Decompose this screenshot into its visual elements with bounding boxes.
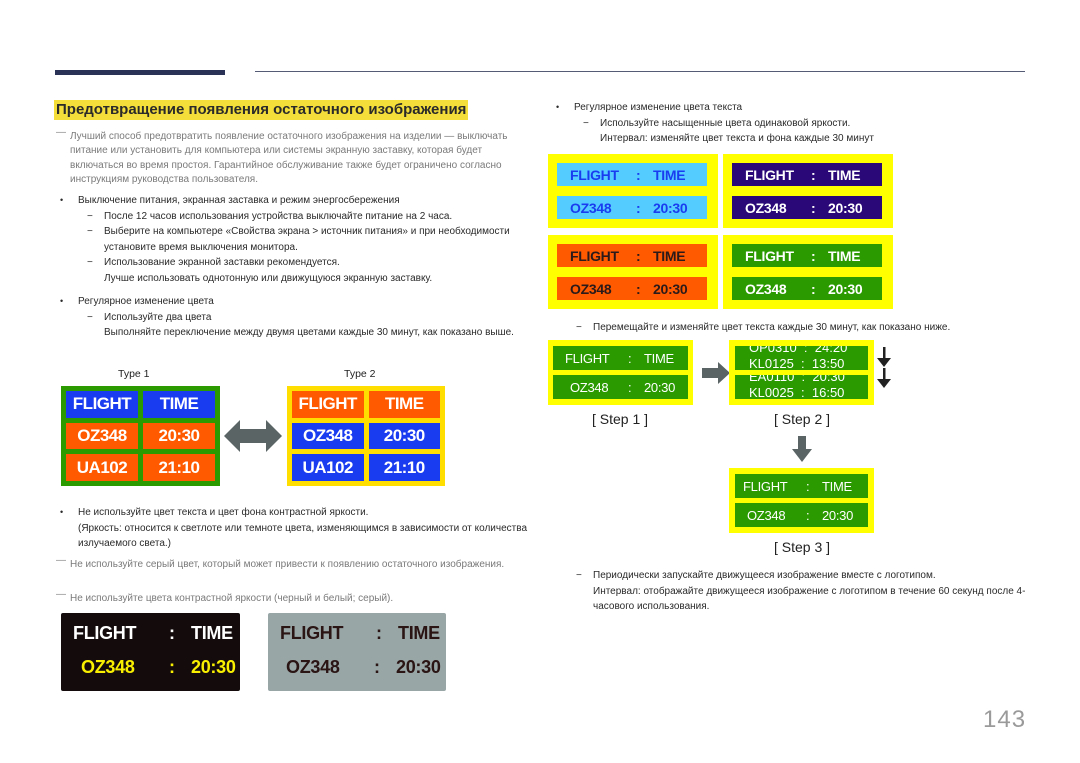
board-cell: 20:30: [143, 422, 215, 450]
board-cell: TIME: [368, 391, 440, 418]
step2-panel: OP0310 : 24:20 KL0125 : 13:50 EA0110 : 2…: [729, 340, 874, 405]
board-cell: 20:30: [368, 422, 440, 450]
arrow-down-icon: [877, 347, 891, 367]
color-panel-indigo: FLIGHT: TIME OZ348:20:30: [723, 154, 893, 228]
panel-row: OZ348:20:30: [81, 657, 236, 677]
type1-board: FLIGHT TIME OZ348 20:30 UA102 21:10: [61, 386, 220, 486]
board-cell: OZ348: [66, 422, 138, 450]
step2-label: [ Step 2 ]: [774, 411, 831, 427]
scrolling-row: OP0310 : 24:20 KL0125 : 13:50: [735, 346, 868, 370]
color-panel-cyan: FLIGHT: TIME OZ348:20:30: [548, 154, 718, 228]
panel-row: FLIGHT: TIME: [280, 623, 440, 643]
panel-row: FLIGHT: TIME: [735, 474, 868, 498]
sub-item: − Используйте два цвета: [87, 311, 212, 323]
arrow-down-icon: [877, 368, 891, 388]
bullet-icon: •: [60, 507, 64, 517]
bullet-power-off: • Выключение питания, экранная заставка …: [60, 193, 530, 286]
color-panel-green: FLIGHT: TIME OZ348:20:30: [723, 235, 893, 309]
arrow-right-icon: [702, 362, 730, 384]
board-cell: 21:10: [143, 454, 215, 481]
board-cell: 21:10: [368, 454, 440, 481]
board-cell: UA102: [66, 454, 138, 481]
note-dash-icon: —: [56, 127, 66, 138]
board-cell: OZ348: [292, 422, 364, 450]
panel-row: OZ348:20:30: [732, 196, 882, 219]
panel-row: FLIGHT: TIME: [732, 163, 882, 186]
sub-item: − Выберите на компьютере «Свойства экрана…: [87, 226, 510, 253]
note-gray-color: — Не используйте серый цвет, который мож…: [56, 555, 505, 570]
note-dash-icon: —: [56, 555, 66, 566]
note-contrast-colors: — Не используйте цвета контрастной яркос…: [56, 589, 394, 604]
arrow-down-gray-icon: [792, 436, 812, 462]
move-note: − Перемещайте и изменяйте цвет текста каж…: [576, 322, 951, 333]
step1-panel: FLIGHT: TIME OZ348:20:30: [548, 340, 693, 405]
header-accent-bar: [55, 70, 225, 75]
panel-row: FLIGHT: TIME: [557, 163, 707, 186]
type2-label: Type 2: [344, 368, 376, 380]
board-cell: UA102: [292, 454, 364, 481]
page-number: 143: [983, 706, 1027, 733]
panel-row: OZ348:20:30: [286, 657, 441, 677]
board-cell: FLIGHT: [66, 391, 138, 418]
scrolling-row: EA0110 : 20:30 KL0025 : 16:50: [735, 375, 868, 399]
section-title: Предотвращение появления остаточного изо…: [54, 100, 469, 120]
step3-panel: FLIGHT: TIME OZ348:20:30: [729, 468, 874, 533]
intro-note: — Лучший способ предотвратить появление …: [56, 127, 508, 185]
panel-row: OZ348:20:30: [557, 196, 707, 219]
bullet-text-color-change: • Регулярное изменение цвета текста − Исп…: [556, 100, 1026, 147]
sub-item: − После 12 часов использования устройства…: [87, 210, 453, 222]
board-cell: FLIGHT: [292, 391, 364, 418]
step3-label: [ Step 3 ]: [774, 539, 831, 555]
step1-label: [ Step 1 ]: [592, 411, 649, 427]
type1-label: Type 1: [118, 368, 150, 380]
panel-row: OZ348:20:30: [557, 277, 707, 300]
panel-row: FLIGHT: TIME: [553, 346, 688, 370]
panel-row: FLIGHT: TIME: [732, 244, 882, 267]
bullet-contrast: • Не используйте цвет текста и цвет фона…: [60, 507, 527, 549]
panel-row: OZ348:20:30: [732, 277, 882, 300]
sub-item: − Используйте насыщенные цвета одинаковой…: [583, 117, 851, 129]
bullet-icon: •: [60, 296, 64, 306]
sub-item: − Использование экранной заставки рекомен…: [87, 257, 340, 268]
swap-arrow-icon: [224, 420, 282, 452]
bullet-icon: •: [556, 102, 560, 112]
bullet-color-change: • Регулярное изменение цвета − Используйт…: [60, 294, 530, 341]
type2-board: FLIGHT TIME OZ348 20:30 UA102 21:10: [287, 386, 445, 486]
header-rule: [255, 71, 1025, 72]
bullet-icon: •: [60, 195, 64, 205]
bad-example-black: FLIGHT: TIME OZ348:20:30: [61, 613, 240, 691]
color-panel-orange: FLIGHT: TIME OZ348:20:30: [548, 235, 718, 309]
board-cell: TIME: [143, 391, 215, 418]
logo-note: − Периодически запускайте движущееся изоб…: [576, 570, 1026, 612]
panel-row: OZ348:20:30: [735, 503, 868, 527]
bad-example-gray: FLIGHT: TIME OZ348:20:30: [268, 613, 446, 691]
note-dash-icon: —: [56, 589, 66, 600]
panel-row: FLIGHT: TIME: [73, 623, 233, 643]
panel-row: OZ348:20:30: [553, 375, 688, 399]
panel-row: FLIGHT: TIME: [557, 244, 707, 267]
